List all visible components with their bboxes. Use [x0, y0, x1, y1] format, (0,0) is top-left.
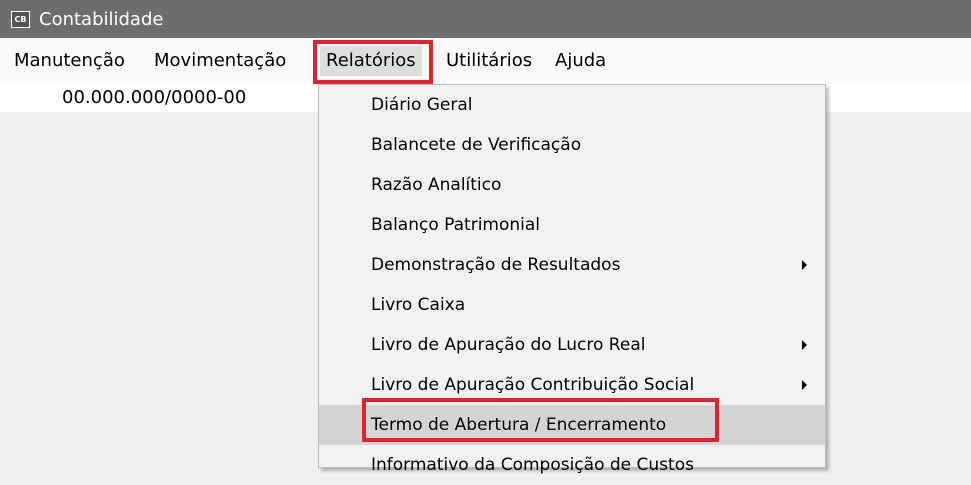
submenu-arrow-icon — [802, 380, 807, 390]
company-info-row: 00.000.000/0000-00 — [0, 84, 320, 112]
menu-manutencao[interactable]: Manutenção — [8, 46, 131, 76]
highlight-termo-box — [362, 398, 719, 442]
window-title: Contabilidade — [39, 8, 164, 30]
menu-item-label: Informativo da Composição de Custos — [371, 455, 694, 475]
menu-item-label: Balanço Patrimonial — [371, 215, 541, 235]
header-strip — [825, 84, 971, 112]
menu-item-razao-analitico[interactable]: Razão Analítico — [319, 165, 825, 205]
menu-utilitarios[interactable]: Utilitários — [440, 46, 538, 76]
submenu-arrow-icon — [802, 340, 807, 350]
menu-item-label: Diário Geral — [371, 95, 473, 115]
menu-item-livro-caixa[interactable]: Livro Caixa — [319, 285, 825, 325]
submenu-arrow-icon — [802, 260, 807, 270]
menu-item-label: Livro de Apuração do Lucro Real — [371, 335, 646, 355]
menu-item-balanco-patrimonial[interactable]: Balanço Patrimonial — [319, 205, 825, 245]
app-icon: CB — [11, 10, 30, 28]
menu-item-lucro-real[interactable]: Livro de Apuração do Lucro Real — [319, 325, 825, 365]
menu-item-label: Livro Caixa — [371, 295, 466, 315]
menu-bar: Manutenção Movimentação Relatórios Utili… — [0, 38, 971, 85]
menu-item-label: Demonstração de Resultados — [371, 255, 621, 275]
menu-item-demonstracao-resultados[interactable]: Demonstração de Resultados — [319, 245, 825, 285]
menu-item-balancete[interactable]: Balancete de Verificação — [319, 125, 825, 165]
cnpj-label: 00.000.000/0000-00 — [62, 87, 247, 108]
menu-movimentacao[interactable]: Movimentação — [148, 46, 292, 76]
menu-item-composicao-custos[interactable]: Informativo da Composição de Custos — [319, 445, 825, 485]
menu-item-diario-geral[interactable]: Diário Geral — [319, 85, 825, 125]
menu-ajuda[interactable]: Ajuda — [549, 46, 612, 76]
menu-item-label: Balancete de Verificação — [371, 135, 582, 155]
title-bar: CB Contabilidade — [0, 0, 971, 38]
menu-item-label: Razão Analítico — [371, 175, 502, 195]
highlight-relatorios-box — [313, 40, 433, 84]
